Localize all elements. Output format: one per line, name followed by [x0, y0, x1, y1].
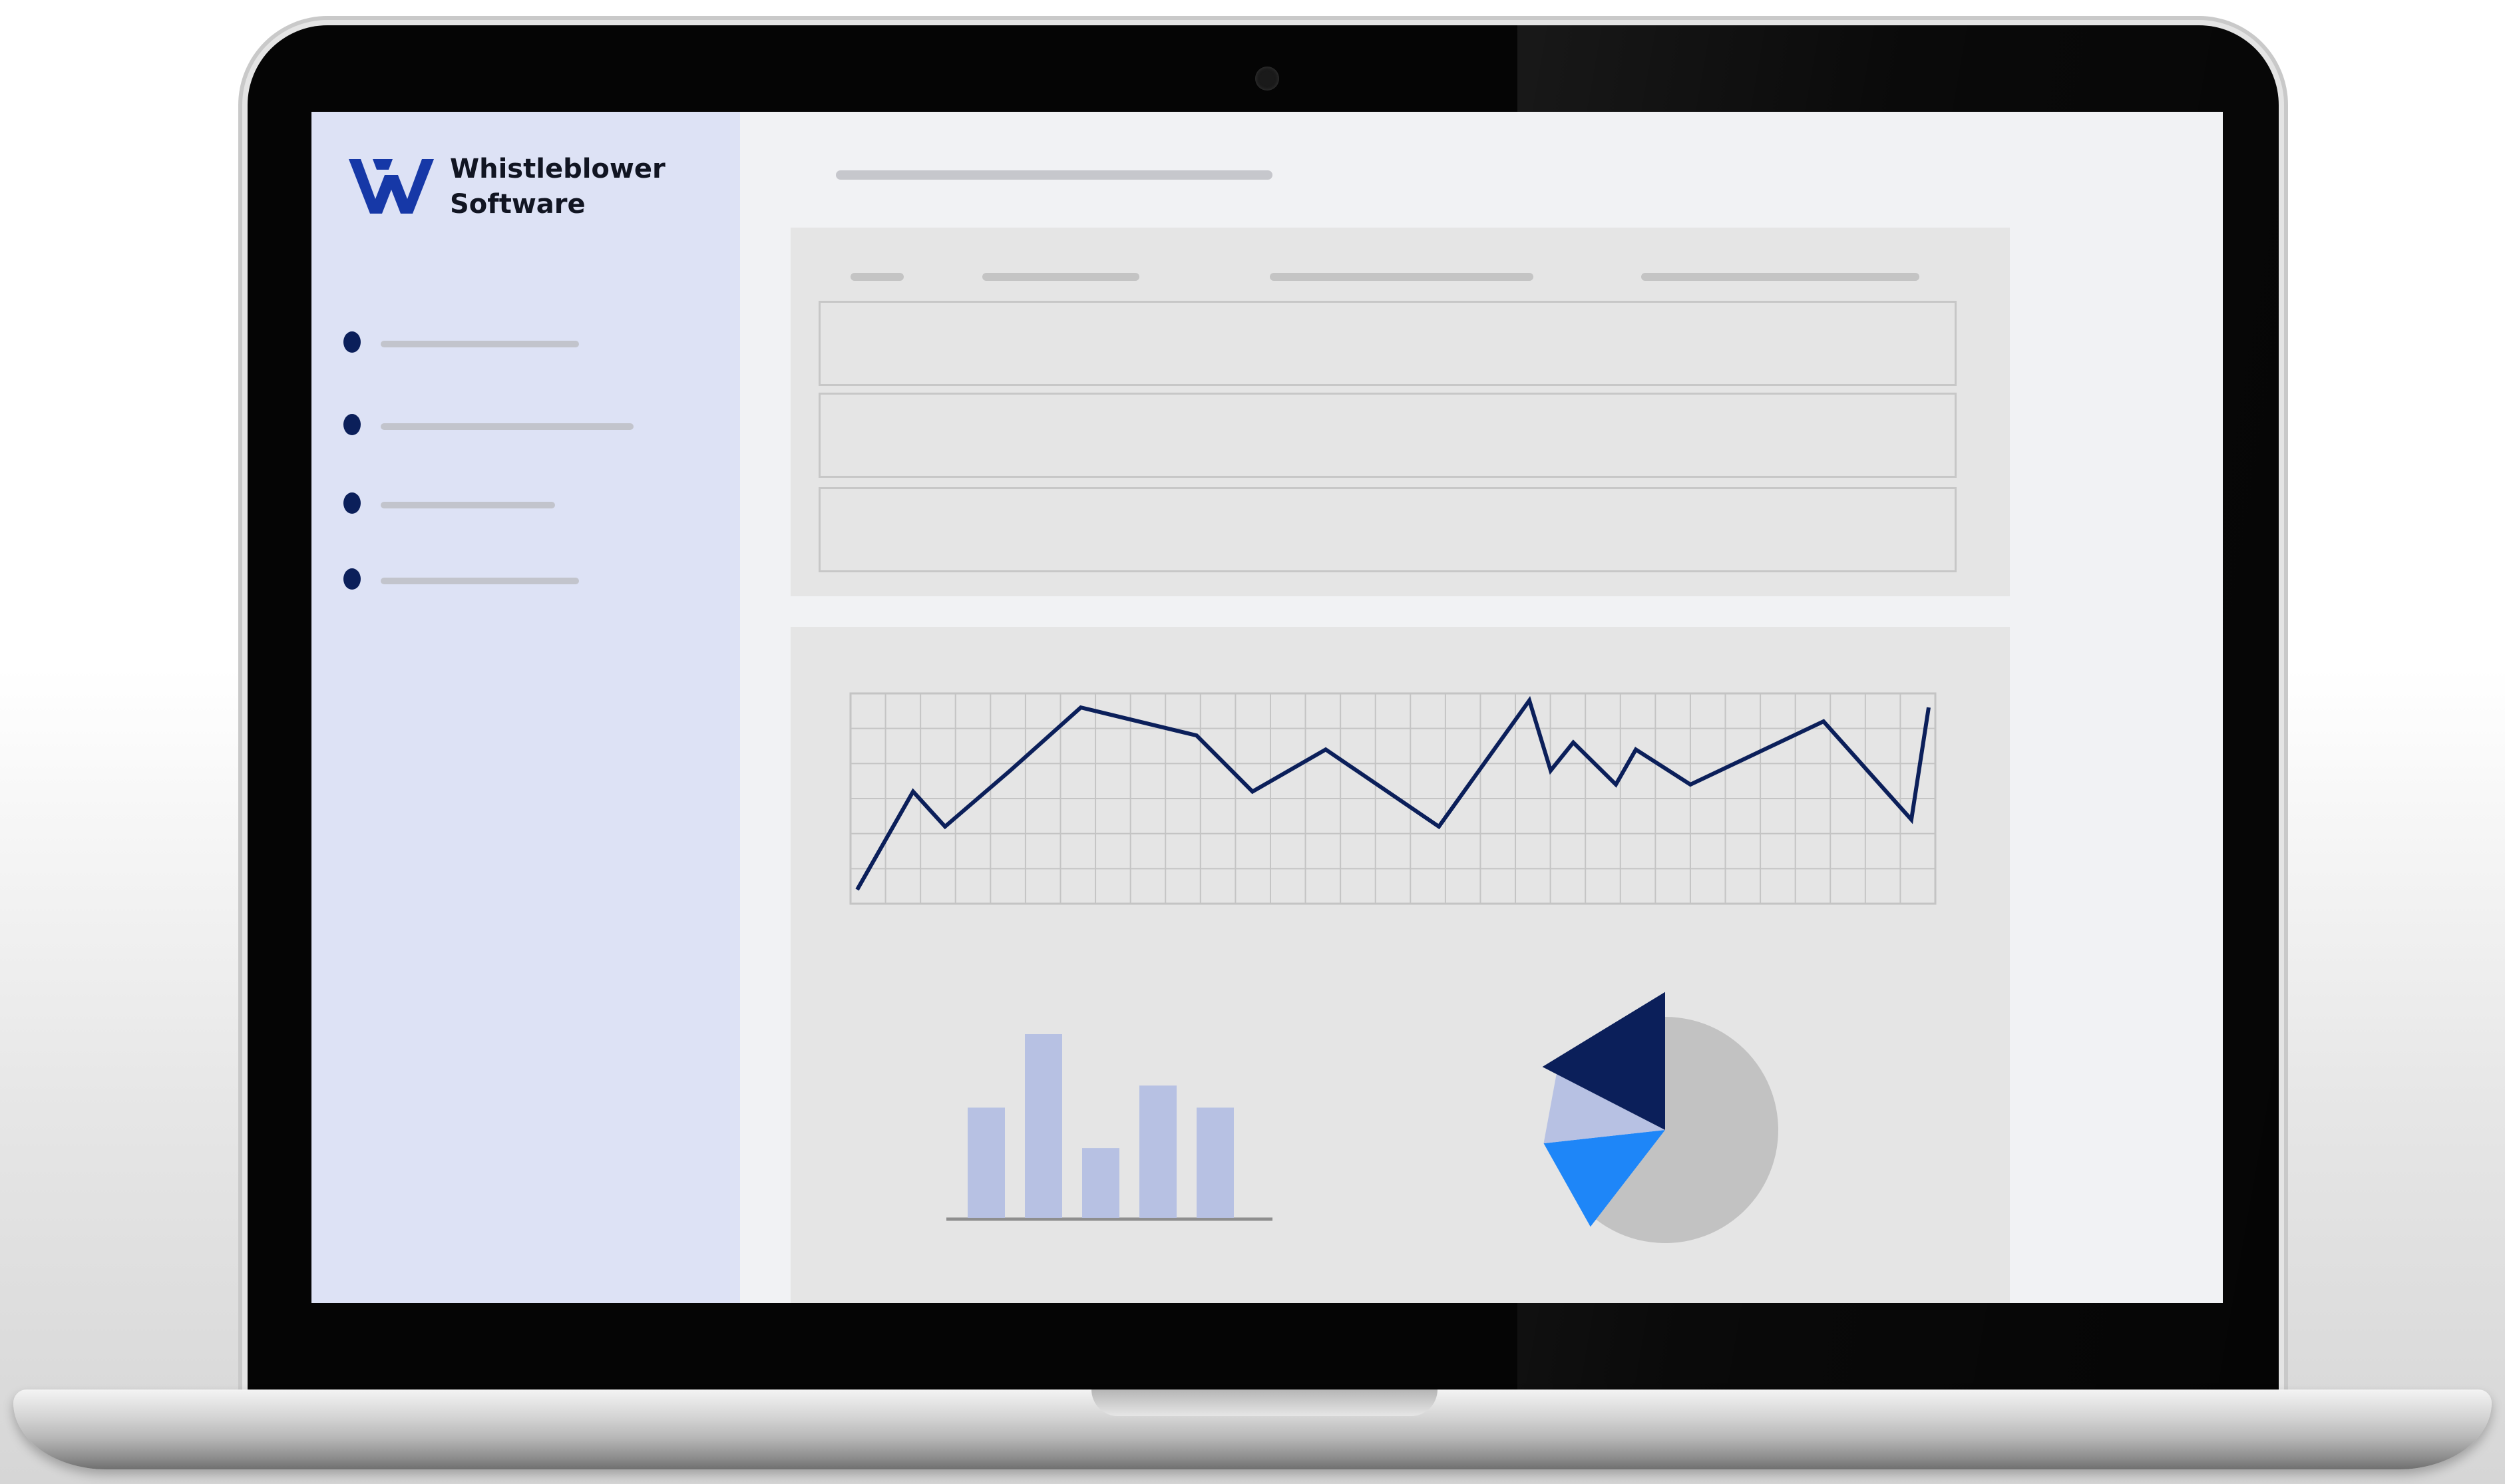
column-header-placeholder	[851, 273, 904, 281]
data-table	[791, 228, 2010, 596]
table-row[interactable]	[819, 487, 1957, 572]
bar	[1025, 1034, 1062, 1218]
bar	[1139, 1085, 1177, 1218]
brand-line-2: Software	[450, 189, 586, 220]
table-row[interactable]	[819, 301, 1957, 386]
laptop-lid-notch	[1091, 1390, 1438, 1416]
main-content	[740, 112, 2223, 1303]
column-header-placeholder	[1270, 273, 1533, 281]
app-screen: Whistleblower Software	[311, 112, 2223, 1303]
bullet-dot-icon	[343, 492, 361, 514]
bullet-dot-icon	[343, 414, 361, 435]
bullet-dot-icon	[343, 331, 361, 353]
bar	[968, 1107, 1005, 1218]
camera-icon	[1255, 67, 1279, 91]
w-logo-icon	[349, 159, 434, 214]
bar	[1197, 1107, 1234, 1218]
charts-canvas	[849, 692, 1937, 1243]
page-title-placeholder	[836, 170, 1272, 180]
column-header-placeholder	[1641, 273, 1919, 281]
brand-name: Whistleblower Software	[450, 152, 666, 222]
column-header-placeholder	[982, 273, 1139, 281]
bullet-dot-icon	[343, 568, 361, 590]
sidebar-item-label-placeholder	[381, 502, 555, 508]
sidebar-item-label-placeholder	[381, 423, 634, 430]
sidebar-item-label-placeholder	[381, 341, 579, 347]
charts-panel	[791, 627, 2010, 1303]
bar	[1082, 1148, 1119, 1218]
brand-logo[interactable]: Whistleblower Software	[346, 152, 666, 222]
sidebar: Whistleblower Software	[311, 112, 740, 1303]
table-row[interactable]	[819, 393, 1957, 478]
sidebar-item-label-placeholder	[381, 578, 579, 584]
brand-line-1: Whistleblower	[450, 154, 666, 184]
